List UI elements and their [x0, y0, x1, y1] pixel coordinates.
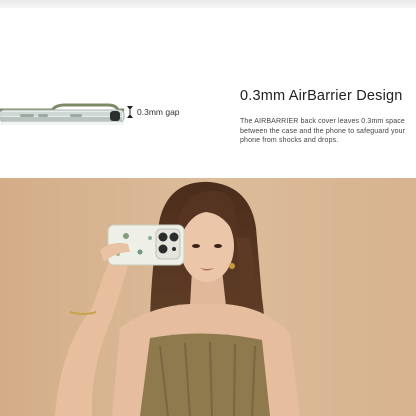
gap-callout: 0.3mm gap [127, 104, 180, 120]
feature-text-block: 0.3mm AirBarrier Design The AIRBARRIER b… [240, 88, 412, 146]
feature-title: 0.3mm AirBarrier Design [240, 88, 403, 104]
phone-case-side-view [0, 103, 125, 125]
top-separator [0, 0, 416, 8]
lifestyle-photo-illustration [0, 178, 416, 416]
gap-arrows-icon [127, 106, 133, 118]
lifestyle-photo [0, 178, 416, 416]
feature-description: The AIRBARRIER back cover leaves 0.3mm s… [240, 118, 406, 144]
gap-label: 0.3mm gap [137, 107, 180, 117]
